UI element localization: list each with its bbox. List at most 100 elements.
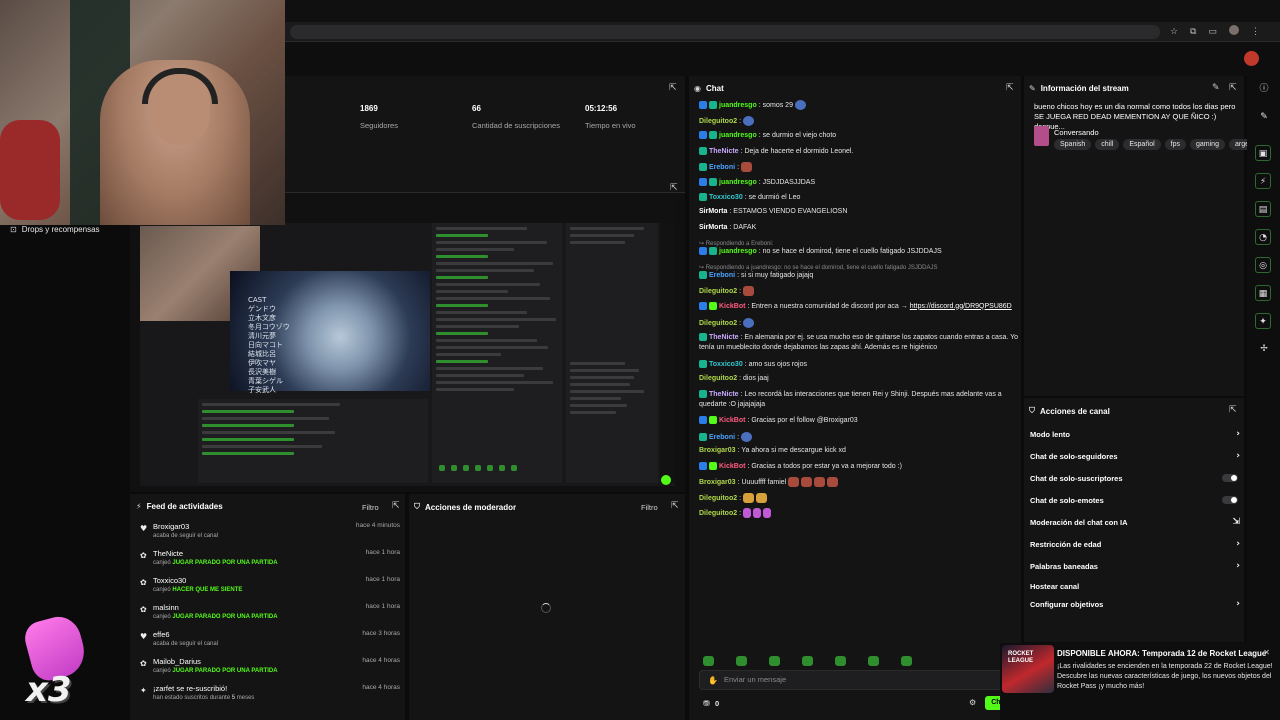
chat-username[interactable]: Dileguitoo2	[699, 320, 737, 327]
reply-context: ↪ Respondiendo a Ereboni:	[699, 241, 774, 247]
close-icon[interactable]: ✕	[1263, 648, 1270, 657]
chat-username[interactable]: TheNicte	[709, 391, 739, 398]
puzzle-icon[interactable]: ✢	[1256, 341, 1272, 357]
chat-username[interactable]: Dileguitoo2	[699, 510, 737, 517]
lightning-icon[interactable]: ⚡	[1255, 173, 1271, 189]
profile-avatar[interactable]	[1229, 25, 1239, 37]
cast-icon[interactable]: ▭	[1208, 26, 1217, 37]
channel-action-chat-de-solo-seguidores[interactable]: Chat de solo-seguidores ›	[1030, 451, 1240, 461]
drops-rewards-link[interactable]: ⊡ Drops y recompensas	[10, 225, 100, 234]
quick-emote[interactable]	[868, 656, 879, 666]
chat-username[interactable]: Ereboni	[709, 272, 735, 279]
chat-username[interactable]: juandresgo	[719, 132, 757, 139]
layout-icon[interactable]: ▦	[1255, 285, 1271, 301]
expand-icon[interactable]: ⇱	[392, 501, 400, 511]
feed-username[interactable]: TheNicte	[153, 549, 183, 558]
chat-username[interactable]: Dileguitoo2	[699, 495, 737, 502]
chat-username[interactable]: Dileguitoo2	[699, 118, 737, 125]
expand-icon[interactable]: ⇱	[669, 83, 677, 93]
feed-username[interactable]: effe6	[153, 630, 170, 639]
channel-action-chat-de-solo-suscriptores[interactable]: Chat de solo-suscriptores	[1030, 474, 1240, 483]
expand-icon[interactable]: ⇱	[1229, 405, 1237, 415]
gift-box-icon: ⊡	[10, 225, 17, 234]
chat-username[interactable]: TheNicte	[709, 334, 739, 341]
channel-action-restricción-de-edad[interactable]: Restricción de edad ›	[1030, 539, 1240, 549]
chat-message-input[interactable]	[724, 675, 984, 684]
chat-link[interactable]: https://discord.gg/DR9QPSU86D	[910, 303, 1012, 310]
chat-username[interactable]: Broxigar03	[699, 479, 736, 486]
quick-emote[interactable]	[802, 656, 813, 666]
chat-username[interactable]: juandresgo	[719, 248, 757, 255]
document-icon[interactable]: ▤	[1255, 201, 1271, 217]
channel-action-chat-de-solo-emotes[interactable]: Chat de solo-emotes	[1030, 496, 1240, 505]
quick-emote[interactable]	[901, 656, 912, 666]
user-badge-icon	[709, 178, 717, 186]
quick-emote[interactable]	[736, 656, 747, 666]
chat-username[interactable]: Toxxico30	[709, 194, 743, 201]
quick-emote[interactable]	[835, 656, 846, 666]
feed-username[interactable]: malsinn	[153, 603, 179, 612]
stat-label: Seguidores	[360, 121, 398, 130]
chat-username[interactable]: KickBot	[719, 463, 745, 470]
feed-filter-button[interactable]: Filtro	[362, 503, 379, 512]
activity-feed-title-text: Feed de actividades	[146, 502, 223, 511]
chat-username[interactable]: Ereboni	[709, 434, 735, 441]
stream-preview-frame[interactable]: CAST ゲンドウ 立木文彦 冬月コウゾウ 清川元夢 日向マコト 結城比呂 伊吹…	[140, 201, 675, 486]
browser-menu-icon[interactable]: ⋮	[1251, 26, 1260, 37]
chat-username[interactable]: TheNicte	[709, 148, 739, 155]
info-icon[interactable]: ⓘ	[1256, 81, 1272, 97]
feed-username[interactable]: ¡zarfet se re-suscribió!	[153, 684, 227, 693]
channel-action-hostear-canal[interactable]: Hostear canal	[1030, 582, 1240, 591]
bookmark-star-icon[interactable]: ☆	[1170, 26, 1178, 37]
pencil-icon[interactable]: ✎	[1256, 109, 1272, 125]
expand-icon[interactable]: ⇱	[670, 183, 678, 193]
chat-username[interactable]: KickBot	[719, 303, 745, 310]
user-avatar[interactable]	[1244, 51, 1259, 66]
expand-icon[interactable]: ⇱	[1229, 83, 1237, 93]
stream-tag[interactable]: chill	[1095, 139, 1120, 150]
chat-username[interactable]: Broxigar03	[699, 447, 736, 454]
toggle-switch[interactable]	[1222, 496, 1238, 504]
chat-icon[interactable]: ◔	[1255, 229, 1271, 245]
chat-username[interactable]: Ereboni	[709, 164, 735, 171]
promo-notification[interactable]: ROCKET LEAGUE DISPONIBLE AHORA: Temporad…	[1000, 643, 1280, 720]
preview-info-column	[566, 223, 658, 483]
feed-username[interactable]: Toxxico30	[153, 576, 186, 585]
chat-username[interactable]: KickBot	[719, 417, 745, 424]
toggle-switch[interactable]	[1222, 474, 1238, 482]
chat-username[interactable]: Dileguitoo2	[699, 375, 737, 382]
extensions-icon[interactable]: ⧉	[1190, 26, 1196, 37]
chat-username[interactable]: SirMorta	[699, 224, 727, 231]
edit-icon[interactable]: ✎	[1212, 83, 1220, 93]
quick-emotes-row	[703, 656, 912, 666]
wrench-icon[interactable]: ✦	[1255, 313, 1271, 329]
stream-tag[interactable]: Español	[1123, 139, 1161, 150]
feed-username[interactable]: Broxigar03	[153, 522, 189, 531]
emote-picker-icon[interactable]: ✋	[708, 676, 718, 685]
quick-emote[interactable]	[703, 656, 714, 666]
quick-emote[interactable]	[769, 656, 780, 666]
stream-tag[interactable]: gaming	[1190, 139, 1225, 150]
address-bar[interactable]	[290, 25, 1160, 39]
channel-action-moderación-del-chat-con-ia[interactable]: Moderación del chat con IA ⇲	[1030, 517, 1240, 527]
chat-username[interactable]: Toxxico30	[709, 361, 743, 368]
chat-username[interactable]: SirMorta	[699, 208, 727, 215]
dashboard-icon[interactable]: ▣	[1255, 145, 1271, 161]
moderator-filter-button[interactable]: Filtro	[641, 503, 658, 512]
channel-action-palabras-baneadas[interactable]: Palabras baneadas ›	[1030, 561, 1240, 571]
chat-username[interactable]: juandresgo	[719, 102, 757, 109]
expand-icon[interactable]: ⇱	[671, 501, 679, 511]
channel-action-configurar-objetivos[interactable]: Configurar objetivos ›	[1030, 599, 1240, 609]
chat-text: : Gracias a todos por estar ya va a mejo…	[747, 462, 902, 470]
expand-icon[interactable]: ⇱	[1006, 83, 1014, 93]
feed-username[interactable]: Mailob_Darius	[153, 657, 201, 666]
chat-username[interactable]: Dileguitoo2	[699, 288, 737, 295]
chat-username[interactable]: juandresgo	[719, 179, 757, 186]
stream-tag[interactable]: fps	[1164, 139, 1186, 150]
channel-action-modo-lento[interactable]: Modo lento ›	[1030, 429, 1240, 439]
chat-settings-gear-icon[interactable]: ⚙	[969, 698, 976, 707]
category-thumbnail	[1034, 126, 1049, 146]
category-name[interactable]: Conversando	[1054, 128, 1099, 137]
stream-tag[interactable]: Spanish	[1054, 139, 1092, 150]
broadcast-icon[interactable]: ◎	[1255, 257, 1271, 273]
